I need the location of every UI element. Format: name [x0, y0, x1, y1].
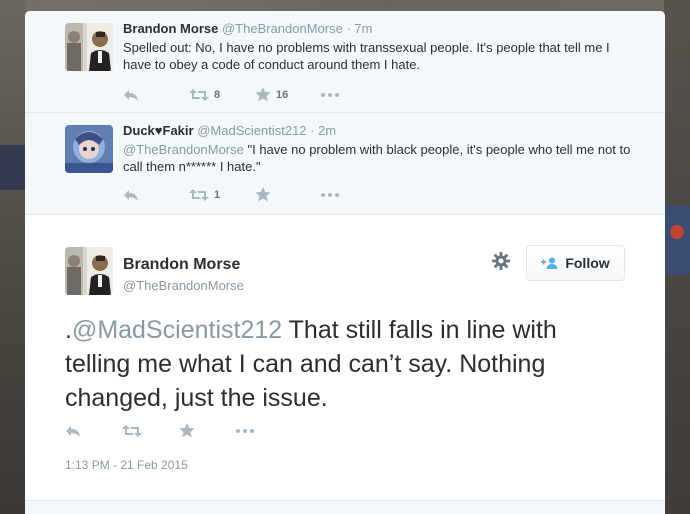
- more-button[interactable]: [236, 428, 293, 433]
- reply-actions: 8 16: [123, 87, 361, 102]
- tweet-text: .@MadScientist212 That still falls in li…: [65, 313, 605, 415]
- more-button[interactable]: [321, 92, 361, 97]
- star-icon: [255, 87, 271, 102]
- tweet-actions: [65, 423, 293, 438]
- retweet-icon: [189, 188, 209, 201]
- reply-author-name[interactable]: Duck♥Fakir: [123, 123, 194, 138]
- add-user-icon: [541, 257, 559, 269]
- reply-text: @TheBrandonMorse "I have no problem with…: [123, 141, 633, 175]
- more-icon: [321, 192, 339, 197]
- reply-author-name[interactable]: Brandon Morse: [123, 21, 218, 36]
- background-object: [664, 205, 690, 275]
- reply-icon: [124, 89, 138, 101]
- favorite-button[interactable]: [179, 423, 236, 438]
- reply-body: Spelled out: No, I have no problems with…: [123, 40, 610, 72]
- reply-mention[interactable]: @TheBrandonMorse: [123, 142, 244, 157]
- retweet-icon: [189, 88, 209, 101]
- reply-tweet[interactable]: Duck♥Fakir @MadScientist212 · 2m @TheBra…: [25, 113, 665, 215]
- retweet-button[interactable]: 1: [189, 188, 255, 202]
- star-icon: [255, 187, 271, 202]
- author-handle[interactable]: @TheBrandonMorse: [123, 278, 244, 293]
- anime-avatar-icon[interactable]: [65, 125, 113, 173]
- tweet-timestamp[interactable]: 1:13 PM - 21 Feb 2015: [65, 458, 188, 472]
- retweet-count: 1: [214, 188, 221, 201]
- more-icon: [236, 428, 254, 433]
- favorite-button[interactable]: [255, 187, 321, 202]
- reply-button[interactable]: [65, 424, 122, 438]
- background-ball: [670, 225, 684, 239]
- favorite-button[interactable]: 16: [255, 87, 321, 102]
- reply-author-handle[interactable]: @TheBrandonMorse · 7m: [222, 21, 372, 36]
- author-name[interactable]: Brandon Morse: [123, 256, 240, 274]
- person-photo-icon[interactable]: [65, 23, 113, 71]
- reply-button[interactable]: [123, 88, 189, 102]
- follow-label: Follow: [565, 255, 610, 271]
- reply-author-handle[interactable]: @MadScientist212 · 2m: [197, 123, 336, 138]
- person-photo-icon[interactable]: [65, 247, 113, 295]
- retweet-button[interactable]: [122, 424, 179, 438]
- retweet-count: 8: [214, 88, 221, 101]
- reply-button[interactable]: [123, 188, 189, 202]
- reply-icon: [124, 189, 138, 201]
- gear-icon[interactable]: [492, 252, 510, 275]
- star-icon: [179, 423, 195, 438]
- reply-icon: [66, 425, 80, 437]
- background-left-edge: [0, 0, 26, 514]
- tweet-text-prefix: .: [65, 316, 72, 344]
- retweet-button[interactable]: 8: [189, 88, 255, 102]
- follow-button[interactable]: Follow: [526, 245, 625, 281]
- more-button[interactable]: [321, 192, 361, 197]
- tweet-mention[interactable]: @MadScientist212: [72, 316, 282, 344]
- reply-text: Spelled out: No, I have no problems with…: [123, 39, 633, 73]
- tweet-card: Brandon Morse @TheBrandonMorse · 7m Spel…: [25, 11, 665, 514]
- reply-actions: 1: [123, 187, 361, 202]
- more-icon: [321, 92, 339, 97]
- favorite-count: 16: [276, 88, 289, 101]
- reply-tweet[interactable]: Brandon Morse @TheBrandonMorse · 7m Spel…: [25, 11, 665, 113]
- background-chairs: [0, 145, 26, 190]
- retweet-icon: [122, 424, 142, 437]
- card-footer-strip: [25, 500, 665, 514]
